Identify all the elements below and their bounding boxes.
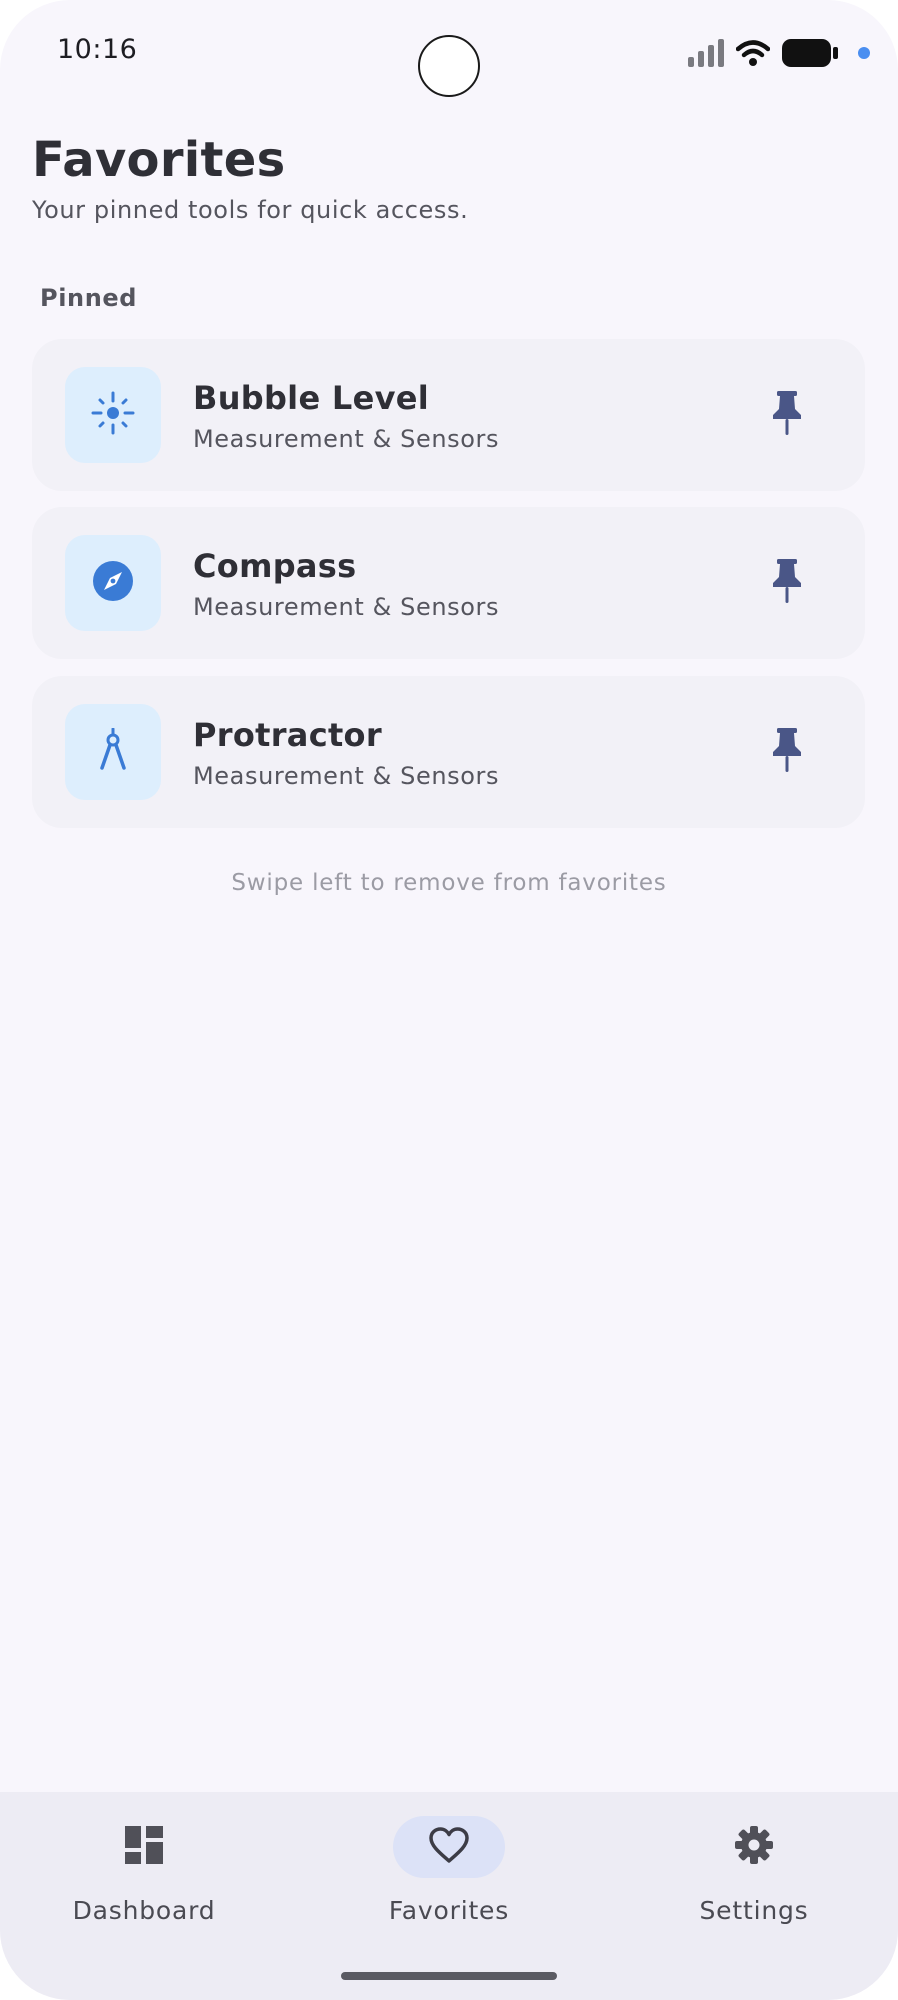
- nav-pill-active: [393, 1816, 505, 1878]
- protractor-icon: [93, 727, 133, 776]
- nav-pill: [88, 1816, 200, 1878]
- tool-title: Protractor: [193, 716, 382, 754]
- status-time: 10:16: [57, 34, 138, 65]
- tool-category: Measurement & Sensors: [193, 593, 500, 621]
- tool-icon-tile: [65, 367, 161, 463]
- favorite-card-compass[interactable]: Compass Measurement & Sensors: [32, 507, 865, 659]
- unpin-button[interactable]: [757, 385, 817, 445]
- level-icon: [90, 390, 136, 440]
- gear-icon: [734, 1825, 774, 1869]
- nav-label: Favorites: [388, 1896, 510, 1925]
- favorite-card-bubble-level[interactable]: Bubble Level Measurement & Sensors: [32, 339, 865, 491]
- status-bar: 10:16: [0, 0, 898, 110]
- nav-label: Dashboard: [72, 1896, 216, 1925]
- swipe-hint: Swipe left to remove from favorites: [231, 870, 667, 896]
- section-label-pinned: Pinned: [40, 284, 138, 312]
- nav-label: Settings: [699, 1896, 809, 1925]
- tool-icon-tile: [65, 704, 161, 800]
- unpin-button[interactable]: [757, 553, 817, 613]
- tool-title: Compass: [193, 547, 357, 585]
- signal-icon: [688, 39, 724, 67]
- page-subtitle: Your pinned tools for quick access.: [32, 196, 469, 224]
- tool-title: Bubble Level: [193, 379, 430, 417]
- pin-icon: [770, 391, 804, 439]
- tool-icon-tile: [65, 535, 161, 631]
- status-icons: [688, 36, 870, 70]
- nav-item-dashboard[interactable]: Dashboard: [34, 1816, 254, 1936]
- tool-category: Measurement & Sensors: [193, 762, 500, 790]
- pin-icon: [770, 728, 804, 776]
- notification-dot: [858, 47, 870, 59]
- nav-item-settings[interactable]: Settings: [644, 1816, 864, 1936]
- nav-pill: [698, 1816, 810, 1878]
- tool-category: Measurement & Sensors: [193, 425, 500, 453]
- pin-icon: [770, 559, 804, 607]
- phone-screen: 10:16 Favorites Your pinned tools for qu…: [0, 0, 898, 2000]
- page-title: Favorites: [32, 132, 286, 188]
- heart-icon: [428, 1826, 470, 1868]
- home-indicator[interactable]: [341, 1972, 557, 1980]
- unpin-button[interactable]: [757, 722, 817, 782]
- nav-item-favorites[interactable]: Favorites: [339, 1816, 559, 1936]
- wifi-icon: [736, 39, 770, 67]
- front-camera: [418, 35, 480, 97]
- dashboard-icon: [125, 1826, 163, 1868]
- compass-icon: [91, 559, 135, 607]
- bottom-navigation: Dashboard Favorites Settings: [0, 1792, 898, 2000]
- favorite-card-protractor[interactable]: Protractor Measurement & Sensors: [32, 676, 865, 828]
- battery-icon: [782, 38, 838, 68]
